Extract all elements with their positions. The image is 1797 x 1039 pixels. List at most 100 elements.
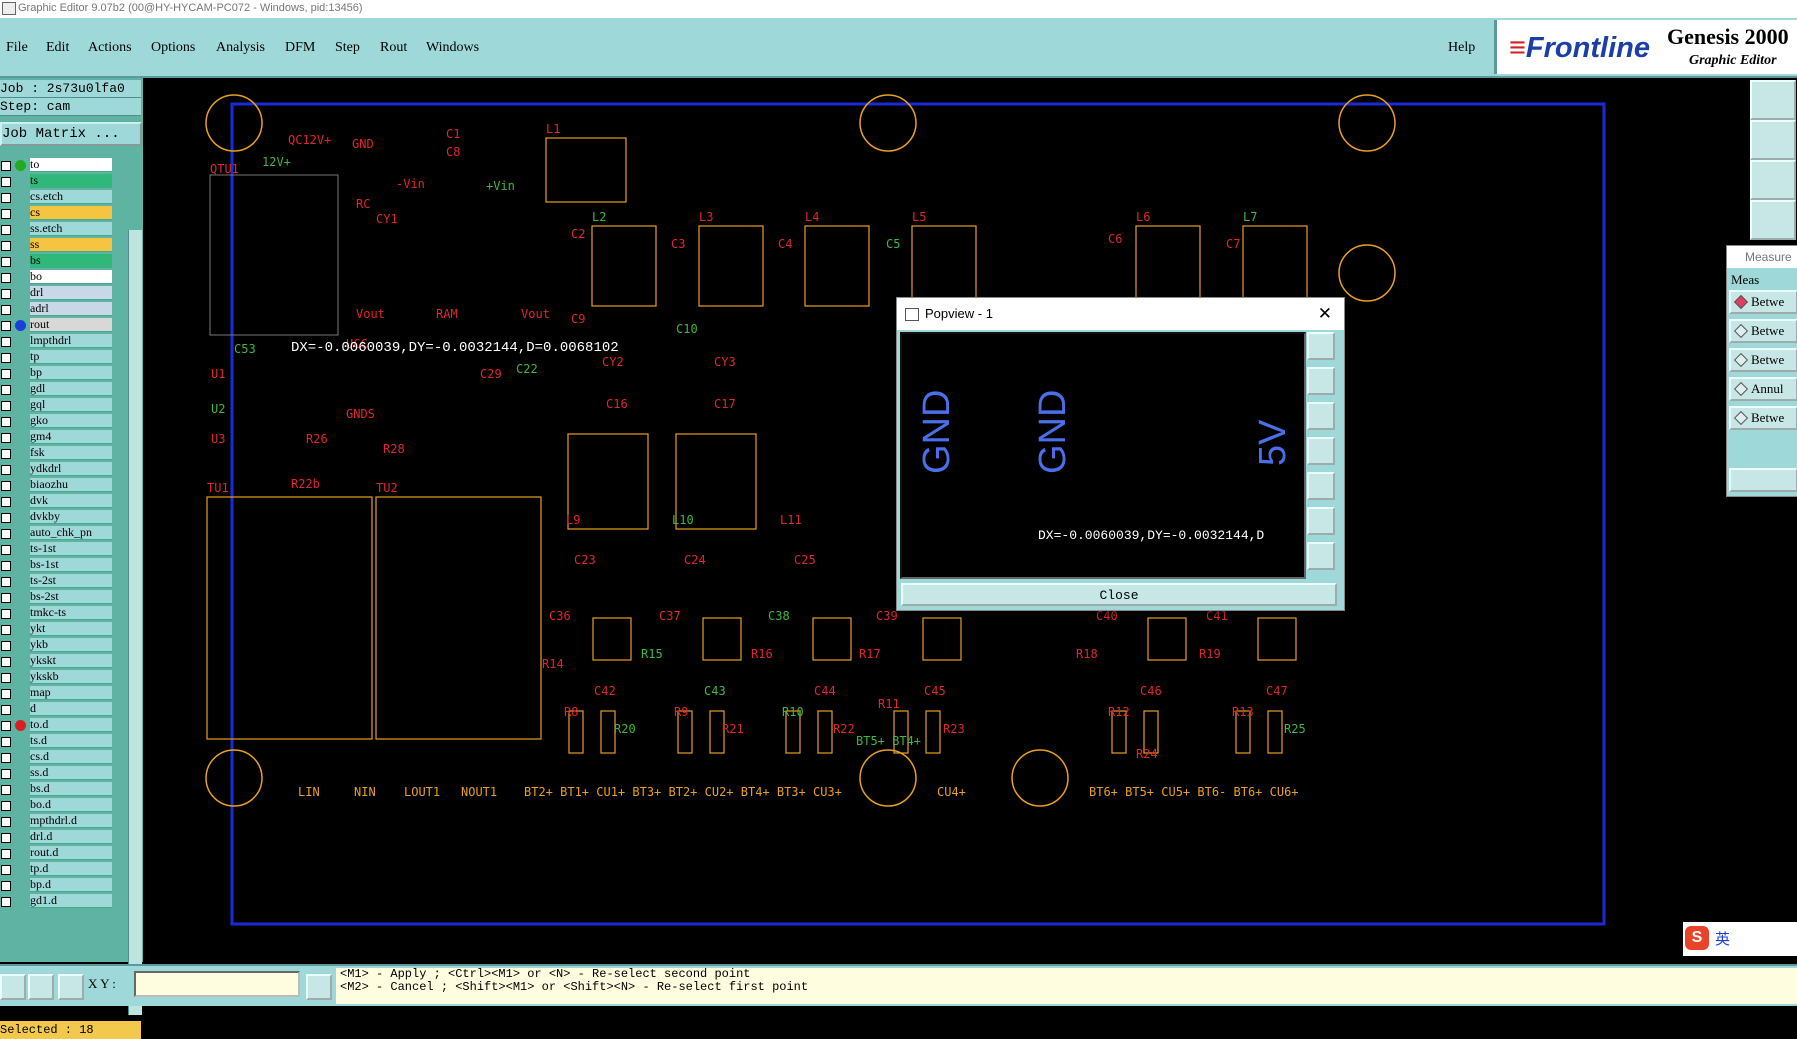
- job-matrix-button[interactable]: Job Matrix ...: [0, 122, 142, 146]
- layer-checkbox[interactable]: [1, 401, 11, 411]
- xy-input[interactable]: [134, 971, 300, 997]
- layer-name[interactable]: gql: [30, 398, 112, 412]
- layer-name[interactable]: bo.d: [30, 798, 112, 812]
- layer-row[interactable]: tp.d: [0, 862, 128, 876]
- layer-row[interactable]: gdl: [0, 382, 128, 396]
- layer-name[interactable]: cs.d: [30, 750, 112, 764]
- layer-checkbox[interactable]: [1, 785, 11, 795]
- layer-name[interactable]: cs: [30, 206, 112, 220]
- layer-row[interactable]: ts-2st: [0, 574, 128, 588]
- menu-step[interactable]: Step: [335, 40, 360, 56]
- layer-checkbox[interactable]: [1, 433, 11, 443]
- layer-name[interactable]: bp: [30, 366, 112, 380]
- layer-row[interactable]: biaozhu: [0, 478, 128, 492]
- layer-checkbox[interactable]: [1, 161, 11, 171]
- layer-name[interactable]: bs: [30, 254, 112, 268]
- layer-name[interactable]: ss: [30, 238, 112, 252]
- layer-checkbox[interactable]: [1, 865, 11, 875]
- measure-option-between-4[interactable]: Betwe: [1729, 406, 1797, 430]
- layer-name[interactable]: drl.d: [30, 830, 112, 844]
- layer-row[interactable]: rout: [0, 318, 128, 332]
- layer-row[interactable]: ydkdrl: [0, 462, 128, 476]
- layer-name[interactable]: tp.d: [30, 862, 112, 876]
- layer-checkbox[interactable]: [1, 753, 11, 763]
- layer-checkbox[interactable]: [1, 321, 11, 331]
- measure-option-between-2[interactable]: Betwe: [1729, 319, 1797, 343]
- layer-checkbox[interactable]: [1, 849, 11, 859]
- layer-row[interactable]: ts-1st: [0, 542, 128, 556]
- layer-checkbox[interactable]: [1, 353, 11, 363]
- popview-close-button[interactable]: Close: [901, 583, 1337, 606]
- measure-option-annular[interactable]: Annul: [1729, 377, 1797, 401]
- layer-row[interactable]: tp: [0, 350, 128, 364]
- menu-edit[interactable]: Edit: [46, 40, 69, 56]
- layer-row[interactable]: fsk: [0, 446, 128, 460]
- layer-checkbox[interactable]: [1, 689, 11, 699]
- layer-row[interactable]: ykskt: [0, 654, 128, 668]
- layer-checkbox[interactable]: [1, 465, 11, 475]
- layer-row[interactable]: ykb: [0, 638, 128, 652]
- layer-checkbox[interactable]: [1, 385, 11, 395]
- layer-checkbox[interactable]: [1, 529, 11, 539]
- layer-name[interactable]: map: [30, 686, 112, 700]
- layer-row[interactable]: bp.d: [0, 878, 128, 892]
- layer-name[interactable]: auto_chk_pn: [30, 526, 112, 540]
- layer-checkbox[interactable]: [1, 657, 11, 667]
- layer-checkbox[interactable]: [1, 209, 11, 219]
- layer-checkbox[interactable]: [1, 801, 11, 811]
- layer-checkbox[interactable]: [1, 625, 11, 635]
- layer-name[interactable]: ykt: [30, 622, 112, 636]
- layer-name[interactable]: bp.d: [30, 878, 112, 892]
- menu-file[interactable]: File: [6, 40, 28, 56]
- layer-name[interactable]: tp: [30, 350, 112, 364]
- menu-dfm[interactable]: DFM: [285, 40, 315, 56]
- layer-name[interactable]: dvk: [30, 494, 112, 508]
- layer-row[interactable]: adrl: [0, 302, 128, 316]
- layer-checkbox[interactable]: [1, 545, 11, 555]
- layer-row[interactable]: bp: [0, 366, 128, 380]
- layer-name[interactable]: bo: [30, 270, 112, 284]
- layer-row[interactable]: rout.d: [0, 846, 128, 860]
- measure-option-between-1[interactable]: Betwe: [1729, 290, 1797, 314]
- layer-checkbox[interactable]: [1, 817, 11, 827]
- layer-name[interactable]: ts.d: [30, 734, 112, 748]
- popview-viewport[interactable]: GND GND 5V DX=-0.0060039,DY=-0.0032144,D: [900, 332, 1306, 579]
- layer-name[interactable]: rout.d: [30, 846, 112, 860]
- layer-name[interactable]: fsk: [30, 446, 112, 460]
- layer-row[interactable]: lmpthdrl: [0, 334, 128, 348]
- popview-left-icon[interactable]: [1307, 437, 1335, 465]
- menu-actions[interactable]: Actions: [88, 40, 132, 56]
- layer-name[interactable]: ss.etch: [30, 222, 112, 236]
- layer-name[interactable]: gd1.d: [30, 894, 112, 908]
- popview-down-icon[interactable]: [1307, 402, 1335, 430]
- layer-name[interactable]: lmpthdrl: [30, 334, 112, 348]
- layer-checkbox[interactable]: [1, 273, 11, 283]
- layer-name[interactable]: ydkdrl: [30, 462, 112, 476]
- layer-row[interactable]: bs.d: [0, 782, 128, 796]
- popview-zoom-in-icon[interactable]: [1307, 542, 1335, 570]
- layer-row[interactable]: gql: [0, 398, 128, 412]
- layer-name[interactable]: ts-1st: [30, 542, 112, 556]
- layer-row[interactable]: ykskb: [0, 670, 128, 684]
- layer-checkbox[interactable]: [1, 257, 11, 267]
- layer-row[interactable]: cs: [0, 206, 128, 220]
- layer-checkbox[interactable]: [1, 305, 11, 315]
- layer-row[interactable]: drl: [0, 286, 128, 300]
- layer-checkbox[interactable]: [1, 369, 11, 379]
- layer-row[interactable]: ss.etch: [0, 222, 128, 236]
- layer-row[interactable]: gd1.d: [0, 894, 128, 908]
- layer-name[interactable]: biaozhu: [30, 478, 112, 492]
- layer-row[interactable]: ss.d: [0, 766, 128, 780]
- zoom-back-icon[interactable]: [1750, 120, 1796, 160]
- layer-row[interactable]: map: [0, 686, 128, 700]
- layer-row[interactable]: bs: [0, 254, 128, 268]
- ime-indicator[interactable]: S 英: [1683, 922, 1797, 956]
- zoom-fit-icon[interactable]: [1750, 160, 1796, 200]
- layer-row[interactable]: dvkby: [0, 510, 128, 524]
- layer-checkbox[interactable]: [1, 337, 11, 347]
- layer-checkbox[interactable]: [1, 833, 11, 843]
- layer-row[interactable]: dvk: [0, 494, 128, 508]
- layer-checkbox[interactable]: [1, 897, 11, 907]
- layer-name[interactable]: to: [30, 158, 112, 172]
- layer-row[interactable]: cs.d: [0, 750, 128, 764]
